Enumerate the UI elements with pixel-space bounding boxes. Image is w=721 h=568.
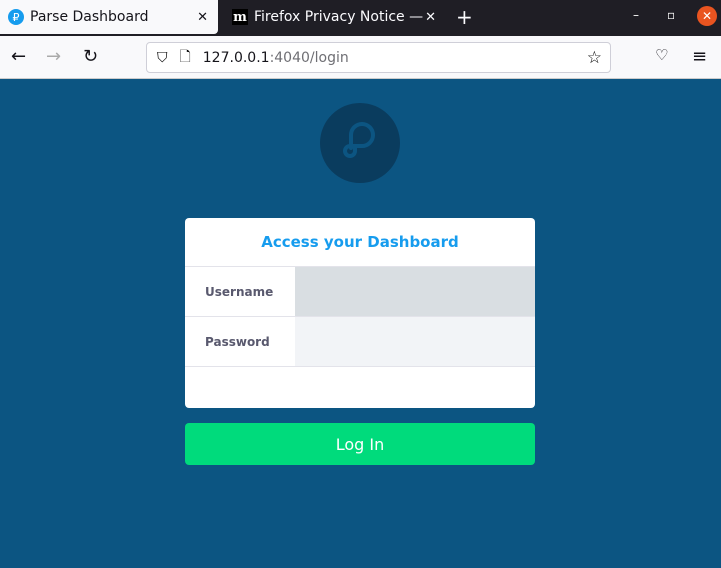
password-label: Password (205, 334, 270, 349)
parse-logo-icon (320, 103, 400, 183)
close-tab-icon[interactable]: ✕ (197, 10, 208, 25)
mozilla-favicon-icon: m (232, 9, 248, 25)
url-bar[interactable]: ⛉ 🗋 127.0.0.1:4040/login ☆ (146, 42, 611, 73)
minimize-icon[interactable]: – (633, 8, 639, 22)
username-input[interactable] (295, 267, 535, 316)
close-window-icon[interactable]: ✕ (697, 6, 717, 26)
tab-parse-dashboard[interactable]: ₽ Parse Dashboard ✕ (0, 0, 218, 34)
menu-icon[interactable]: ≡ (692, 46, 707, 67)
tab-title: Parse Dashboard (30, 9, 149, 25)
tab-bar: ₽ Parse Dashboard ✕ m Firefox Privacy No… (0, 0, 721, 36)
page-icon: 🗋 (179, 48, 191, 65)
reload-icon[interactable]: ↻ (83, 46, 98, 67)
url-host: 127.0.0.1 (202, 49, 270, 66)
tab-firefox-privacy[interactable]: m Firefox Privacy Notice — ✕ (224, 0, 446, 34)
close-tab-icon[interactable]: ✕ (425, 10, 436, 25)
username-label: Username (205, 284, 274, 299)
pocket-icon[interactable]: ♡ (655, 46, 668, 64)
url-path: :4040/login (269, 49, 349, 66)
new-tab-icon[interactable]: + (456, 5, 473, 29)
login-button[interactable]: Log In (185, 423, 535, 465)
tab-title: Firefox Privacy Notice — (254, 9, 424, 25)
login-form: Access your Dashboard Username Password (185, 218, 535, 408)
bookmark-star-icon[interactable]: ☆ (587, 48, 602, 68)
shield-icon[interactable]: ⛉ (157, 50, 168, 66)
maximize-icon[interactable]: ▫ (667, 8, 675, 22)
back-icon[interactable]: ← (11, 46, 26, 67)
navigation-bar: ← → ↻ ⛉ 🗋 127.0.0.1:4040/login ☆ ♡ ≡ (0, 36, 721, 79)
password-input[interactable] (295, 317, 535, 366)
forward-icon[interactable]: → (46, 46, 61, 67)
form-title: Access your Dashboard (185, 218, 535, 267)
parse-favicon-icon: ₽ (8, 9, 24, 25)
